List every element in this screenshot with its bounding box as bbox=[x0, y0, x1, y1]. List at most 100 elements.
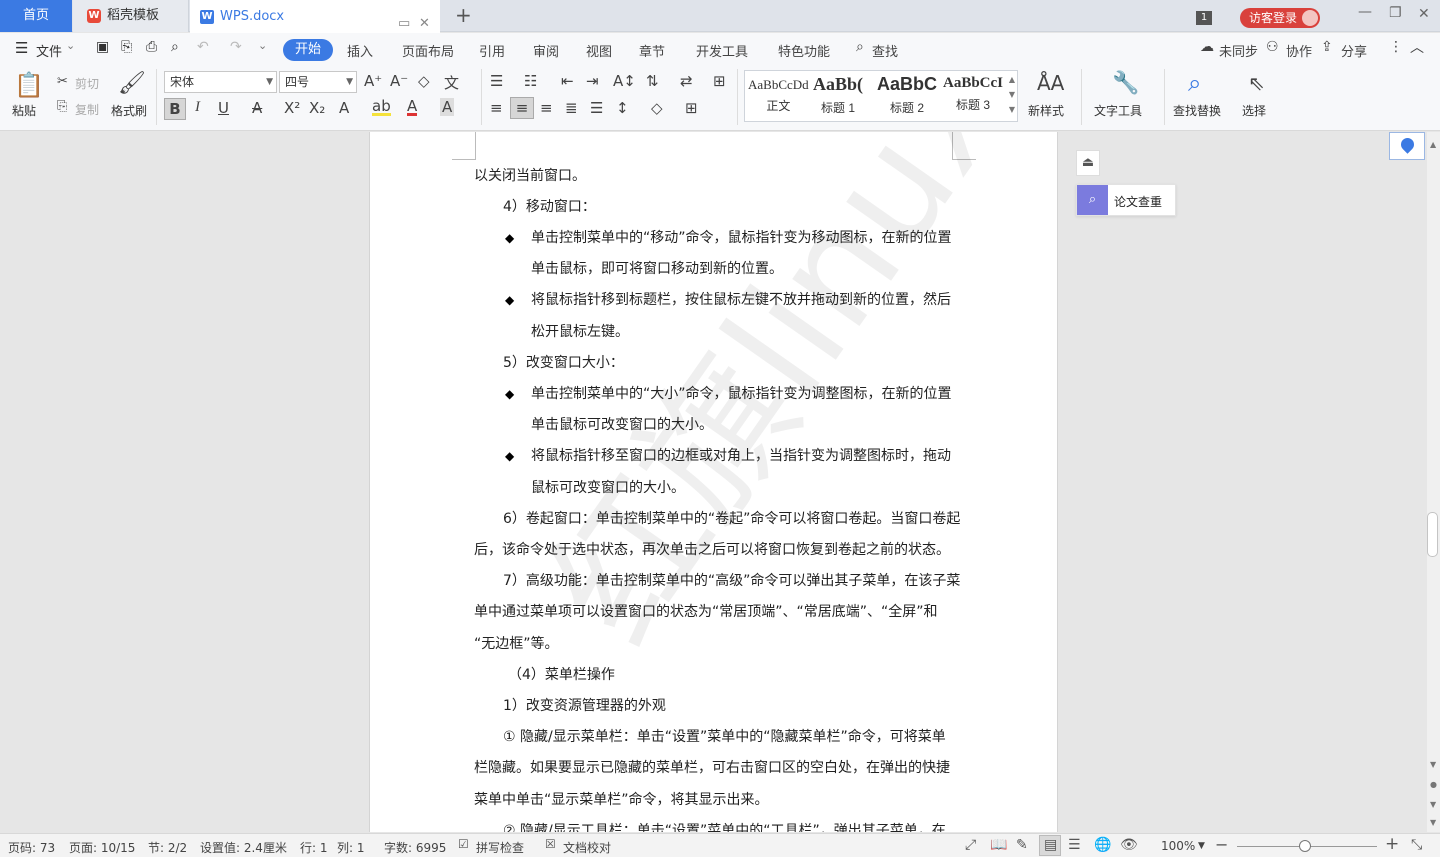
copy-button[interactable]: 复制 bbox=[75, 101, 99, 118]
collab-button[interactable]: 协作 bbox=[1286, 41, 1312, 60]
menu-file[interactable]: 文件 bbox=[36, 41, 62, 60]
location-pin-button[interactable] bbox=[1389, 132, 1425, 160]
underline-icon[interactable]: U bbox=[218, 99, 229, 117]
collapse-panel-icon[interactable]: ⏏ bbox=[1076, 150, 1100, 176]
format-painter-button[interactable]: 格式刷 bbox=[111, 102, 147, 119]
menu-start[interactable]: 开始 bbox=[283, 39, 333, 61]
thesis-check-button[interactable]: ⌕ 论文查重 bbox=[1076, 184, 1176, 216]
select-button[interactable]: 选择 bbox=[1242, 102, 1266, 119]
next-page-icon[interactable]: ▼ bbox=[1430, 800, 1436, 809]
text-effect-icon[interactable]: A bbox=[339, 99, 349, 117]
status-row[interactable]: 行: 1 bbox=[300, 839, 328, 856]
grow-font-icon[interactable]: A⁺ bbox=[364, 72, 382, 90]
hamburger-icon[interactable]: ☰ bbox=[15, 39, 28, 57]
decrease-indent-icon[interactable]: ⇤ bbox=[561, 72, 574, 90]
customize-icon[interactable]: ⌄ bbox=[258, 39, 267, 52]
prev-page-icon[interactable]: ▼ bbox=[1430, 760, 1436, 769]
status-col[interactable]: 列: 1 bbox=[337, 839, 365, 856]
style-scroll-down-icon[interactable]: ▼ bbox=[1009, 90, 1015, 99]
increase-indent-icon[interactable]: ⇥ bbox=[586, 72, 599, 90]
text-tools-button[interactable]: 文字工具 bbox=[1094, 102, 1142, 119]
status-setting[interactable]: 设置值: 2.4厘米 bbox=[200, 839, 287, 856]
find-replace-button[interactable]: 查找替换 bbox=[1173, 102, 1221, 119]
style-expand-icon[interactable]: ▼ bbox=[1009, 105, 1015, 114]
table-insert-icon[interactable]: ⊞ bbox=[713, 72, 726, 90]
scroll-up-icon[interactable]: ▲ bbox=[1430, 140, 1436, 149]
collapse-ribbon-icon[interactable]: ︿ bbox=[1410, 37, 1424, 57]
shrink-font-icon[interactable]: A⁻ bbox=[390, 72, 408, 90]
outline-view-icon[interactable]: ☰ bbox=[1068, 837, 1081, 853]
menu-chapter[interactable]: 章节 bbox=[639, 41, 665, 60]
web-view-icon[interactable]: 🌐 bbox=[1094, 837, 1111, 853]
shading-icon[interactable]: ◇ bbox=[651, 99, 663, 117]
minimize-icon[interactable]: — bbox=[1358, 4, 1372, 20]
window-count-badge[interactable]: 1 bbox=[1196, 11, 1212, 25]
print-icon[interactable]: ⎙ bbox=[146, 39, 157, 55]
style-heading1[interactable]: AaBb(标题 1 bbox=[813, 74, 863, 116]
export-icon[interactable]: ⎘ bbox=[121, 39, 132, 55]
font-size-select[interactable]: 四号 ▼ bbox=[279, 71, 357, 93]
menu-insert[interactable]: 插入 bbox=[347, 41, 373, 60]
zoom-slider-knob[interactable] bbox=[1299, 840, 1311, 852]
zoom-dropdown-icon[interactable]: ▼ bbox=[1198, 841, 1205, 851]
style-heading3[interactable]: AaBbCcI 标题 3 bbox=[943, 75, 1003, 113]
cut-button[interactable]: 剪切 bbox=[75, 75, 99, 92]
fullscreen-icon[interactable]: ⤢ bbox=[965, 837, 976, 853]
paragraph-mark-icon[interactable]: ⇄ bbox=[680, 72, 693, 90]
status-page[interactable]: 页面: 10/15 bbox=[69, 839, 135, 856]
vertical-scrollbar[interactable] bbox=[1427, 132, 1440, 832]
format-painter-icon[interactable]: 🖌 bbox=[118, 71, 146, 96]
subscript-icon[interactable]: X₂ bbox=[309, 99, 325, 117]
zoom-level[interactable]: 100% bbox=[1161, 839, 1195, 853]
distribute-icon[interactable]: ☰ bbox=[590, 99, 603, 117]
menu-review[interactable]: 审阅 bbox=[533, 41, 559, 60]
chevron-down-icon[interactable]: ⌄ bbox=[66, 39, 75, 52]
zoom-in-icon[interactable]: + bbox=[1385, 834, 1399, 854]
menu-view[interactable]: 视图 bbox=[586, 41, 612, 60]
italic-icon[interactable]: I bbox=[195, 99, 200, 116]
bold-icon[interactable]: B bbox=[164, 98, 186, 120]
close-window-icon[interactable]: ✕ bbox=[1418, 6, 1430, 22]
strikethrough-icon[interactable]: A bbox=[252, 99, 262, 117]
menu-find[interactable]: 查找 bbox=[872, 41, 898, 60]
read-mode-icon[interactable]: 📖 bbox=[990, 837, 1007, 853]
more-icon[interactable]: ⋮ bbox=[1389, 39, 1403, 55]
char-shading-icon[interactable]: A bbox=[440, 98, 455, 116]
status-words[interactable]: 字数: 6995 bbox=[384, 839, 446, 856]
share-button[interactable]: 分享 bbox=[1341, 41, 1367, 60]
new-tab-button[interactable]: + bbox=[455, 3, 472, 27]
login-button[interactable]: 访客登录 bbox=[1240, 8, 1320, 28]
print-preview-icon[interactable]: ⌕ bbox=[171, 39, 179, 55]
tab-template[interactable]: W 稻壳模板 bbox=[73, 0, 189, 32]
superscript-icon[interactable]: X² bbox=[284, 99, 300, 117]
menu-page-layout[interactable]: 页面布局 bbox=[402, 41, 454, 60]
restore-icon[interactable]: ❐ bbox=[1389, 5, 1402, 21]
menu-developer[interactable]: 开发工具 bbox=[696, 41, 748, 60]
font-color-icon[interactable]: A bbox=[407, 99, 418, 116]
spell-check-button[interactable]: 拼写检查 bbox=[476, 839, 524, 856]
fit-window-icon[interactable]: ⤡ bbox=[1411, 837, 1422, 853]
style-heading2[interactable]: AaBbC 标题 2 bbox=[877, 74, 937, 116]
menu-features[interactable]: 特色功能 bbox=[778, 41, 830, 60]
zoom-out-icon[interactable]: − bbox=[1215, 835, 1228, 854]
align-center-icon[interactable]: ≡ bbox=[510, 97, 534, 119]
style-scroll-up-icon[interactable]: ▲ bbox=[1009, 75, 1015, 84]
page-view-button[interactable]: ▤ bbox=[1039, 835, 1061, 856]
find-replace-icon[interactable]: ⌕ bbox=[1188, 69, 1201, 97]
paste-icon[interactable]: 📋 bbox=[14, 71, 44, 99]
align-left-icon[interactable]: ≡ bbox=[490, 99, 503, 117]
phonetic-icon[interactable]: 文 bbox=[444, 72, 459, 93]
undo-icon[interactable]: ↶ bbox=[197, 39, 209, 55]
status-page-code[interactable]: 页码: 73 bbox=[8, 839, 55, 856]
write-mode-icon[interactable]: ✎ bbox=[1016, 837, 1028, 853]
sync-status[interactable]: 未同步 bbox=[1219, 41, 1258, 60]
select-cursor-icon[interactable]: ⇖ bbox=[1248, 71, 1265, 95]
text-tools-icon[interactable]: 🔧 bbox=[1112, 71, 1139, 96]
eye-protect-icon[interactable]: 👁 bbox=[1120, 837, 1138, 853]
scroll-down-icon[interactable]: ▼ bbox=[1430, 818, 1436, 827]
clear-format-icon[interactable]: ◇ bbox=[418, 72, 430, 90]
proofread-button[interactable]: 文档校对 bbox=[563, 839, 611, 856]
save-icon[interactable]: ▣ bbox=[96, 39, 109, 55]
style-normal[interactable]: AaBbCcDd 正文 bbox=[748, 77, 809, 114]
font-name-select[interactable]: 宋体 ▼ bbox=[164, 71, 277, 93]
